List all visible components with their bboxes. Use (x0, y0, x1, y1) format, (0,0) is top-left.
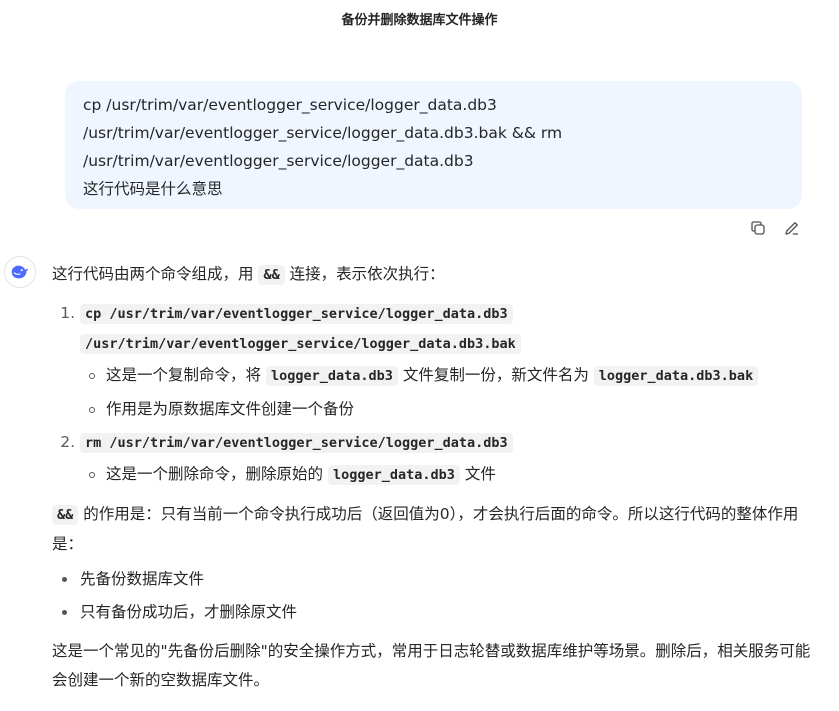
command-code: cp /usr/trim/var/eventlogger_service/log… (80, 304, 513, 324)
and-explanation: && 的作用是：只有当前一个命令执行成功后（返回值为0），才会执行后面的命令。所… (52, 500, 812, 559)
user-message-bubble: cp /usr/trim/var/eventlogger_service/log… (65, 81, 802, 209)
edit-icon[interactable] (782, 218, 802, 238)
summary-item: 只有备份成功后，才删除原文件 (62, 596, 812, 629)
inline-code: logger_data.db3.bak (593, 366, 759, 386)
deepseek-whale-icon (4, 256, 36, 288)
step-item: rm /usr/trim/var/eventlogger_service/log… (80, 426, 812, 492)
copy-icon[interactable] (748, 218, 768, 238)
summary-item: 先备份数据库文件 (62, 563, 812, 596)
detail-text: 这是一个删除命令，删除原始的 (106, 465, 324, 483)
user-message-line: cp /usr/trim/var/eventlogger_service/log… (83, 96, 497, 114)
step-details: 这是一个删除命令，删除原始的 logger_data.db3 文件 (80, 458, 812, 492)
command-steps: cp /usr/trim/var/eventlogger_service/log… (52, 297, 812, 492)
inline-code: logger_data.db3 (327, 465, 460, 485)
and-text: 的作用是：只有当前一个命令执行成功后（返回值为0），才会执行后面的命令。所以这行… (52, 505, 799, 553)
inline-code: && (52, 505, 79, 525)
inline-code: && (258, 265, 285, 285)
step-detail: 作用是为原数据库文件创建一个备份 (89, 393, 812, 426)
step-detail: 这是一个复制命令，将 logger_data.db3 文件复制一份，新文件名为 … (89, 359, 812, 393)
detail-text: 文件 (464, 465, 496, 483)
summary-list: 先备份数据库文件 只有备份成功后，才删除原文件 (52, 563, 812, 629)
user-message-line: /usr/trim/var/eventlogger_service/logger… (83, 152, 474, 170)
command-code: /usr/trim/var/eventlogger_service/logger… (80, 334, 521, 354)
inline-code: logger_data.db3 (265, 366, 398, 386)
detail-text: 这是一个复制命令，将 (106, 366, 262, 384)
message-actions (748, 218, 802, 238)
conclusion: 这是一个常见的"先备份后删除"的安全操作方式，常用于日志轮替或数据库维护等场景。… (52, 642, 811, 689)
conversation-title: 备份并删除数据库文件操作 (341, 13, 498, 28)
step-details: 这是一个复制命令，将 logger_data.db3 文件复制一份，新文件名为 … (80, 359, 812, 426)
intro-text: 这行代码由两个命令组成，用 (52, 265, 254, 283)
user-message-line: /usr/trim/var/eventlogger_service/logger… (83, 124, 563, 142)
answer-intro: 这行代码由两个命令组成，用 && 连接，表示依次执行： (52, 258, 812, 291)
detail-text: 文件复制一份，新文件名为 (402, 366, 589, 384)
intro-text: 连接，表示依次执行： (289, 265, 445, 283)
user-message-line: 这行代码是什么意思 (83, 180, 223, 198)
step-detail: 这是一个删除命令，删除原始的 logger_data.db3 文件 (89, 458, 812, 492)
step-item: cp /usr/trim/var/eventlogger_service/log… (80, 297, 812, 426)
assistant-answer: 这行代码由两个命令组成，用 && 连接，表示依次执行： cp /usr/trim… (52, 258, 812, 695)
command-code: rm /usr/trim/var/eventlogger_service/log… (80, 433, 513, 453)
